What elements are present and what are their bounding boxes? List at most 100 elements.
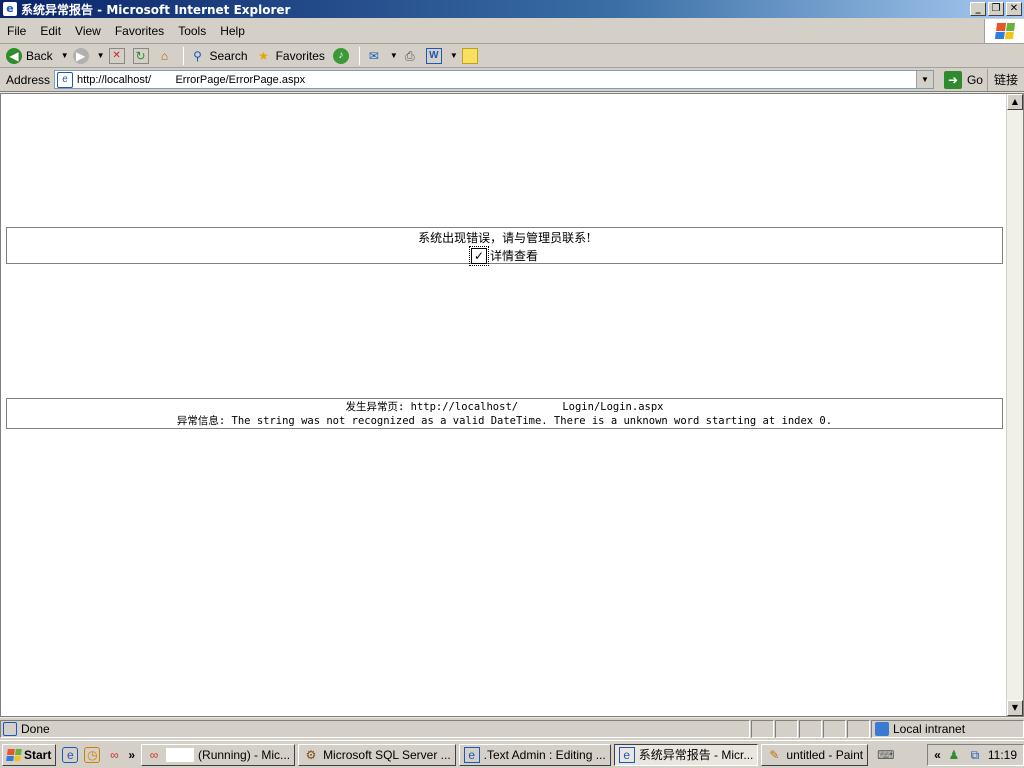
vertical-scrollbar[interactable]: ▲ ▼ [1006, 94, 1023, 716]
ie-task-icon: e [618, 746, 635, 763]
windows-flag-icon [994, 22, 1015, 39]
search-label: Search [209, 48, 248, 63]
task-error-report[interactable]: e 系统异常报告 - Micr... [613, 743, 759, 766]
edit-dropdown-icon[interactable]: ▼ [448, 51, 460, 60]
network-tray-icon[interactable]: ⧉ [967, 747, 983, 763]
task-label: (Running) - Mic... [198, 747, 291, 762]
favorites-star-icon: ★ [258, 48, 269, 63]
address-input[interactable]: e http://localhost/ ErrorPage/ErrorPage.… [54, 70, 934, 89]
address-bar: Address e http://localhost/ ErrorPage/Er… [0, 68, 1024, 92]
ie-task-icon: e [463, 746, 480, 763]
search-icon: ⚲ [193, 48, 202, 63]
task-sql-server[interactable]: ⚙ Microsoft SQL Server ... [298, 743, 456, 766]
error-page-line: 发生异常页: http://localhost/ Login/Login.asp… [345, 401, 664, 413]
error-message: 系统出现错误，请与管理员联系! [418, 231, 591, 245]
minimize-button[interactable]: _ [970, 2, 986, 16]
error-info-line: 异常信息: The string was not recognized as a… [176, 415, 833, 427]
media-icon: ♪ [332, 47, 349, 64]
word-icon: W [425, 47, 442, 64]
outlook-quicklaunch-icon[interactable]: ◷ [84, 746, 101, 763]
go-label: Go [966, 72, 983, 87]
mail-button[interactable]: ✉ [364, 45, 388, 67]
stop-icon: ✕ [108, 47, 125, 64]
home-button[interactable]: ⌂ [155, 45, 179, 67]
task-text-admin[interactable]: e .Text Admin : Editing ... [458, 743, 611, 766]
links-button[interactable]: 链接 [986, 68, 1024, 91]
page-content: 系统出现错误，请与管理员联系! ✓ 详情查看 发生异常页: http://loc… [0, 93, 1024, 717]
menu-bar: File Edit View Favorites Tools Help [0, 18, 1024, 44]
title-bar: e 系统异常报告 - Microsoft Internet Explorer _… [0, 0, 1024, 18]
task-label: untitled - Paint [786, 747, 864, 762]
restore-button[interactable]: ❐ [988, 2, 1004, 16]
back-dropdown-icon[interactable]: ▼ [59, 51, 71, 60]
menu-help[interactable]: Help [213, 24, 252, 38]
toolbar: ◀ Back ▼ ▶ ▼ ✕ ↻ ⌂ ⚲ Search ★ Favorites … [0, 44, 1024, 68]
task-label: Microsoft SQL Server ... [323, 747, 451, 762]
print-button[interactable]: ⎙ [400, 45, 424, 67]
window-title: 系统异常报告 - Microsoft Internet Explorer [21, 2, 291, 17]
note-icon [461, 47, 478, 64]
back-button[interactable]: ◀ Back [4, 45, 59, 67]
sql-server-icon: ⚙ [305, 747, 317, 762]
windows-start-icon [6, 748, 22, 761]
home-icon: ⌂ [160, 48, 169, 63]
paint-icon: ✎ [769, 747, 780, 762]
menu-file[interactable]: File [0, 24, 33, 38]
start-label: Start [24, 747, 52, 762]
close-button[interactable]: ✕ [1006, 2, 1022, 16]
menu-edit[interactable]: Edit [33, 24, 68, 38]
page-done-icon [3, 722, 17, 736]
forward-arrow-icon: ▶ [72, 47, 89, 64]
refresh-icon: ↻ [132, 47, 149, 64]
ie-icon: e [3, 2, 17, 16]
address-url[interactable]: http://localhost/ ErrorPage/ErrorPage.as… [77, 74, 305, 86]
messenger-tray-icon[interactable]: ♟ [946, 747, 962, 763]
messenger-button[interactable] [460, 45, 484, 67]
task-paint[interactable]: ✎ untitled - Paint [761, 743, 869, 766]
task-running[interactable]: ∞ (Running) - Mic... [141, 743, 296, 766]
tray-expand-icon[interactable]: « [934, 748, 941, 762]
clock[interactable]: 11:19 [988, 748, 1017, 762]
detail-checkbox[interactable]: ✓ [468, 245, 489, 266]
menu-view[interactable]: View [68, 24, 108, 38]
security-zone: Local intranet [893, 722, 966, 736]
ie-quicklaunch-icon[interactable]: e [62, 746, 79, 763]
forward-button[interactable]: ▶ [71, 45, 95, 67]
scroll-down-icon[interactable]: ▼ [1007, 700, 1023, 716]
status-text: Done [21, 722, 50, 736]
intranet-icon [875, 722, 889, 736]
task-label: .Text Admin : Editing ... [483, 747, 606, 762]
mail-dropdown-icon[interactable]: ▼ [388, 51, 400, 60]
forward-dropdown-icon[interactable]: ▼ [95, 51, 107, 60]
start-button[interactable]: Start [2, 743, 57, 766]
menu-tools[interactable]: Tools [171, 24, 213, 38]
address-dropdown-icon[interactable]: ▼ [915, 71, 933, 88]
refresh-button[interactable]: ↻ [131, 45, 155, 67]
search-button[interactable]: ⚲ Search [188, 45, 254, 67]
page-icon: e [57, 71, 74, 88]
favorites-button[interactable]: ★ Favorites [254, 45, 331, 67]
address-label: Address [6, 72, 51, 87]
stop-button[interactable]: ✕ [107, 45, 131, 67]
toolbar-tray-icon[interactable]: ⌨ [877, 747, 894, 763]
go-button[interactable]: ➜ Go [940, 70, 987, 89]
error-detail-panel: 发生异常页: http://localhost/ Login/Login.asp… [6, 398, 1003, 429]
detail-toggle[interactable]: ✓ 详情查看 [468, 245, 538, 266]
system-tray: « ♟ ⧉ 11:19 [927, 743, 1024, 766]
windows-logo [984, 18, 1024, 43]
go-arrow-icon: ➜ [943, 70, 962, 89]
edit-word-button[interactable]: W [424, 45, 448, 67]
scroll-up-icon[interactable]: ▲ [1007, 94, 1023, 110]
vs-quicklaunch-icon[interactable]: ∞ [106, 747, 122, 763]
task-label: 系统异常报告 - Micr... [638, 748, 754, 762]
quick-launch: e ◷ ∞ » [62, 746, 135, 763]
taskbar: Start e ◷ ∞ » ∞ (Running) - Mic... ⚙ Mic… [0, 740, 1024, 768]
quicklaunch-more-icon[interactable]: » [128, 748, 135, 762]
back-arrow-icon: ◀ [6, 47, 22, 64]
print-icon: ⎙ [405, 48, 415, 63]
media-button[interactable]: ♪ [331, 45, 355, 67]
detail-label[interactable]: 详情查看 [490, 247, 538, 264]
favorites-label: Favorites [275, 48, 325, 63]
menu-favorites[interactable]: Favorites [108, 24, 171, 38]
mail-icon: ✉ [368, 48, 379, 63]
